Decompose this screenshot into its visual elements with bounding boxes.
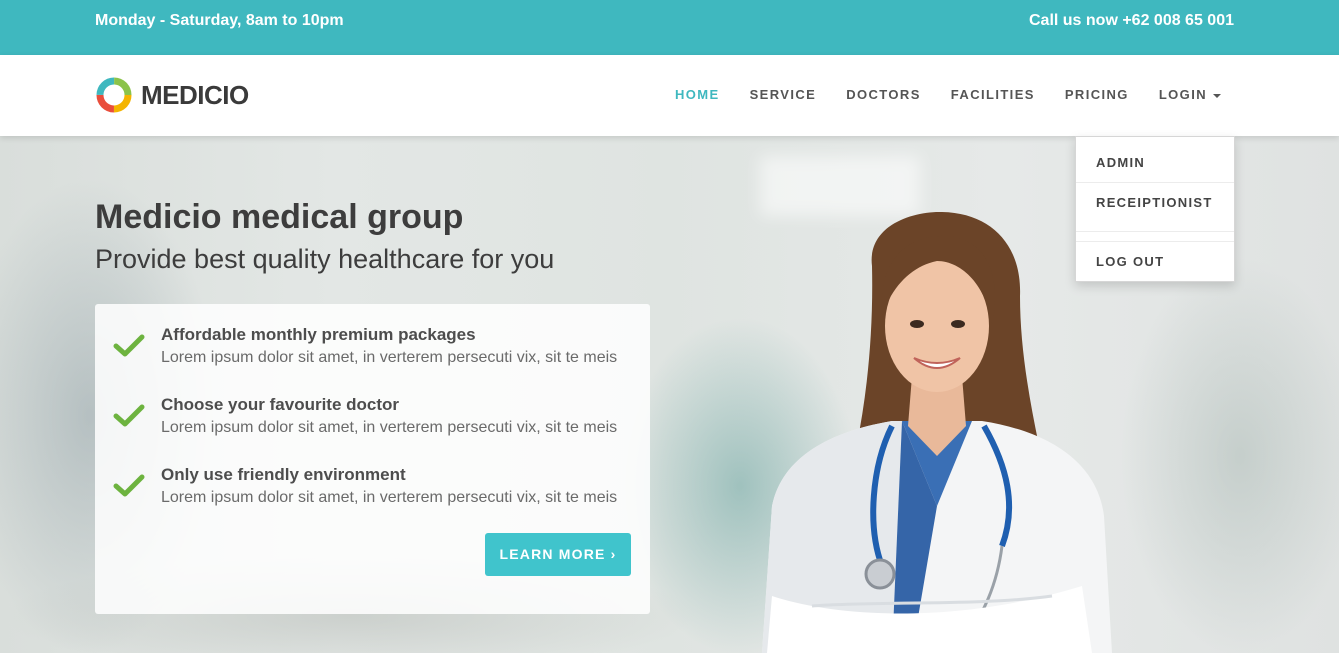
nav-pricing[interactable]: PRICING [1065, 87, 1129, 102]
nav-login-dropdown-toggle[interactable]: LOGIN [1159, 87, 1221, 102]
dropdown-divider [1076, 231, 1234, 232]
feature-description: Lorem ipsum dolor sit amet, in verterem … [161, 489, 618, 506]
feature-box: Affordable monthly premium packages Lore… [95, 304, 650, 614]
brand-name: MEDICIO [141, 79, 249, 110]
learn-more-button[interactable]: LEARN MORE › [485, 533, 631, 576]
phone-contact[interactable]: Call us now +62 008 65 001 [1029, 12, 1234, 30]
hero-subtitle: Provide best quality healthcare for you [95, 244, 555, 274]
nav-facilities[interactable]: FACILITIES [951, 87, 1035, 102]
brand-logo-link[interactable]: MEDICIO [95, 75, 249, 115]
check-icon [113, 404, 145, 427]
dropdown-receiptionist[interactable]: RECEIPTIONIST [1076, 183, 1234, 222]
feature-title: Choose your favourite doctor [161, 395, 400, 414]
caret-down-icon [1213, 93, 1221, 98]
feature-title: Affordable monthly premium packages [161, 325, 476, 344]
hero-title: Medicio medical group [95, 198, 464, 236]
login-dropdown-menu: ADMIN RECEIPTIONIST LOG OUT [1075, 136, 1235, 282]
navbar: MEDICIO HOME SERVICE DOCTORS FACILITIES … [0, 55, 1339, 136]
background-blur [1120, 256, 1339, 653]
medicio-logo-icon [96, 77, 132, 113]
nav-service[interactable]: SERVICE [750, 87, 817, 102]
feature-description: Lorem ipsum dolor sit amet, in verterem … [161, 349, 618, 366]
top-info-bar: Monday - Saturday, 8am to 10pm Call us n… [0, 0, 1339, 55]
main-menu: HOME SERVICE DOCTORS FACILITIES PRICING … [645, 87, 1221, 102]
nav-login-label: LOGIN [1158, 87, 1207, 102]
check-icon [113, 474, 145, 497]
doctor-photo [762, 211, 1112, 653]
dropdown-logout[interactable]: LOG OUT [1076, 242, 1234, 281]
opening-hours: Monday - Saturday, 8am to 10pm [95, 12, 344, 29]
feature-title: Only use friendly environment [161, 465, 406, 484]
nav-doctors[interactable]: DOCTORS [846, 87, 921, 102]
dropdown-admin[interactable]: ADMIN [1076, 143, 1234, 182]
nav-home[interactable]: HOME [675, 87, 720, 102]
check-icon [113, 334, 145, 357]
feature-description: Lorem ipsum dolor sit amet, in verterem … [161, 419, 618, 436]
